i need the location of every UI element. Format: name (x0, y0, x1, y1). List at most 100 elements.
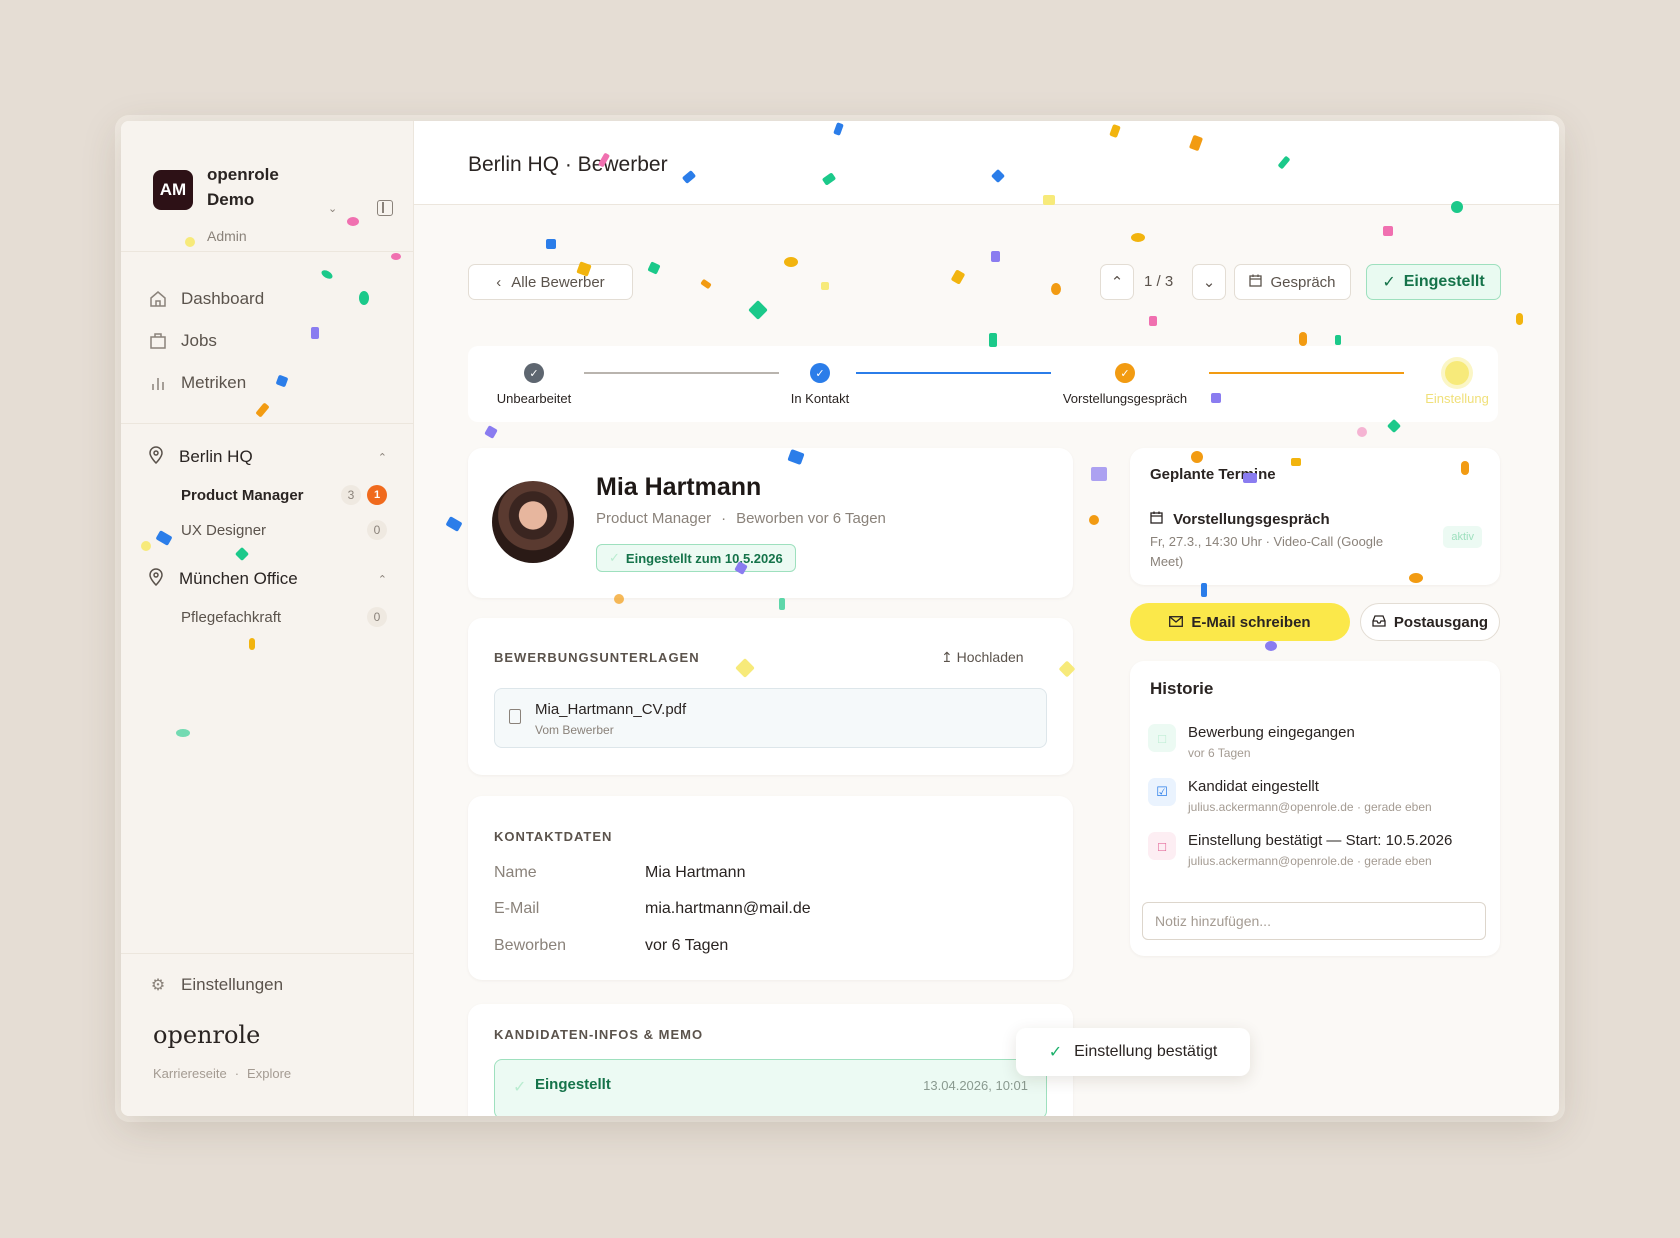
sidebar-collapse-icon[interactable] (377, 200, 393, 216)
briefcase-icon (147, 330, 169, 352)
check-icon: ✓ (1048, 1044, 1063, 1061)
chevron-down-icon[interactable]: ⌄ (328, 202, 337, 215)
stage-done-icon[interactable]: ✓ (1115, 363, 1135, 383)
candidate-card: Mia Hartmann Product Manager · Beworben vo… (468, 448, 1073, 598)
history-item-text: Kandidat eingestellt (1188, 778, 1319, 795)
job-label: Product Manager (181, 486, 304, 504)
sidebar-location-berlin[interactable]: Berlin HQ ⌃ (147, 443, 387, 471)
sidebar-location-muenchen[interactable]: München Office ⌃ (147, 565, 387, 593)
brand-logo: openrole (153, 1021, 261, 1049)
contact-value: Mia Hartmann (645, 864, 746, 881)
check-icon: ✓ (1382, 274, 1396, 291)
stage-current-icon[interactable] (1445, 361, 1469, 385)
map-pin-icon (147, 567, 169, 591)
stage-done-icon[interactable]: ✓ (810, 363, 830, 383)
file-name: Mia_Hartmann_CV.pdf (535, 701, 687, 718)
stage-label: Unbearbeitet (496, 391, 572, 406)
check-square-icon: ☑ (1148, 778, 1176, 806)
location-label: Berlin HQ (179, 447, 253, 466)
candidate-name: Mia Hartmann (596, 473, 762, 501)
inbox-icon (1372, 614, 1386, 631)
page-title: Berlin HQ · Bewerber (468, 153, 668, 176)
outbox-button[interactable]: Postausgang (1360, 603, 1500, 641)
sidebar-item-label: Dashboard (181, 289, 265, 308)
career-page-link[interactable]: Karriereseite (153, 1066, 227, 1081)
memo-entry-title: Eingestellt (535, 1076, 611, 1093)
note-input[interactable] (1142, 902, 1486, 940)
org-switcher[interactable]: AM openrole Demo Admin ⌄ (153, 158, 393, 248)
memo-title: KANDIDATEN-INFOS & MEMO (494, 1027, 704, 1042)
calendar-icon (1150, 511, 1167, 528)
chevron-up-icon: ⌃ (1110, 274, 1124, 291)
sidebar-job-pflegefachkraft[interactable]: Pflegefachkraft 0 (181, 604, 387, 630)
pipeline-stepper: ✓ Unbearbeitet ✓ In Kontakt ✓ Vorstellun… (468, 346, 1498, 422)
bar-chart-icon (147, 372, 169, 394)
status-badge: ✓ Eingestellt zum 10.5.2026 (596, 544, 796, 572)
email-label: E-Mail schreiben (1191, 613, 1311, 631)
back-label: Alle Bewerber (511, 273, 605, 291)
contact-email[interactable]: mia.hartmann@mail.de (645, 900, 811, 918)
contact-value: vor 6 Tagen (645, 937, 729, 954)
documents-title: BEWERBUNGSUNTERLAGEN (494, 650, 700, 665)
memo-card: KANDIDATEN-INFOS & MEMO ✓ Eingestellt 13… (468, 1004, 1073, 1116)
stage-label: Vorstellungsgespräch (1062, 391, 1188, 406)
check-icon: ✓ (513, 1079, 527, 1096)
outbox-label: Postausgang (1393, 613, 1489, 631)
sidebar-item-label: Metriken (181, 373, 247, 392)
appointment-label: Vorstellungsgespräch (1173, 511, 1330, 528)
applicant-count: 0 (367, 607, 387, 627)
email-button[interactable]: E-Mail schreiben (1130, 603, 1350, 641)
sidebar-item-jobs[interactable]: Jobs (147, 326, 217, 356)
file-source: Vom Bewerber (535, 723, 614, 737)
appointment-title: Vorstellungsgespräch (1150, 511, 1330, 528)
upload-label: Hochladen (956, 649, 1024, 665)
history-item-sub: vor 6 Tagen (1188, 746, 1251, 760)
document-icon: □ (1148, 724, 1176, 752)
prev-candidate-button[interactable]: ⌃ (1100, 264, 1134, 300)
stage-connector (584, 372, 779, 374)
documents-card: BEWERBUNGSUNTERLAGEN ↥ Hochladen Mia_Har… (468, 618, 1073, 775)
sidebar-item-label: Jobs (181, 331, 217, 350)
sidebar: AM openrole Demo Admin ⌄ Dashboard Jobs … (121, 121, 414, 1116)
org-role: Admin (207, 228, 247, 244)
appointment-status: aktiv (1443, 526, 1482, 548)
candidate-photo (492, 481, 574, 563)
gear-icon: ⚙ (150, 977, 166, 994)
contact-label: Beworben (494, 937, 567, 954)
upload-icon: ↥ (941, 649, 953, 665)
new-applicant-badge: 1 (367, 485, 387, 505)
memo-entry-time: 13.04.2026, 10:01 (923, 1078, 1028, 1093)
memo-entry[interactable]: ✓ Eingestellt 13.04.2026, 10:01 (494, 1059, 1047, 1116)
stage-connector (1209, 372, 1404, 374)
stage-done-icon[interactable]: ✓ (524, 363, 544, 383)
chevron-left-icon: ‹ (496, 273, 502, 291)
stage-connector (856, 372, 1051, 374)
sidebar-job-product-manager[interactable]: Product Manager 3 1 (181, 482, 387, 508)
chevron-up-icon[interactable]: ⌃ (378, 451, 387, 464)
sidebar-job-ux-designer[interactable]: UX Designer 0 (181, 517, 387, 543)
contact-title: KONTAKTDATEN (494, 829, 613, 844)
next-candidate-button[interactable]: ⌄ (1192, 264, 1226, 300)
sidebar-item-metriken[interactable]: Metriken (147, 368, 246, 398)
hired-label: Eingestellt (1403, 273, 1485, 290)
pager-label: 1 / 3 (1144, 273, 1174, 290)
sidebar-item-dashboard[interactable]: Dashboard (147, 284, 264, 314)
upload-button[interactable]: ↥ Hochladen (941, 649, 1024, 666)
chevron-up-icon[interactable]: ⌃ (378, 573, 387, 586)
interview-label: Gespräch (1270, 273, 1336, 291)
map-pin-icon (147, 445, 169, 469)
history-item-text: Einstellung bestätigt — Start: 10.5.2026 (1188, 832, 1453, 849)
job-label: UX Designer (181, 521, 267, 539)
file-item[interactable]: Mia_Hartmann_CV.pdf Vom Bewerber (494, 688, 1047, 748)
job-label: Pflegefachkraft (181, 608, 282, 626)
hired-button[interactable]: ✓ Eingestellt (1366, 264, 1501, 300)
history-item-sub: julius.ackermann@openrole.de · gerade eb… (1188, 854, 1432, 868)
divider (121, 953, 413, 954)
file-icon (509, 709, 521, 724)
back-button[interactable]: ‹ Alle Bewerber (468, 264, 633, 300)
interview-button[interactable]: Gespräch (1234, 264, 1351, 300)
divider (121, 251, 413, 252)
sidebar-item-settings[interactable]: ⚙ Einstellungen (147, 970, 283, 1000)
org-name: openrole Demo (207, 165, 279, 209)
explore-link[interactable]: Explore (247, 1066, 291, 1081)
